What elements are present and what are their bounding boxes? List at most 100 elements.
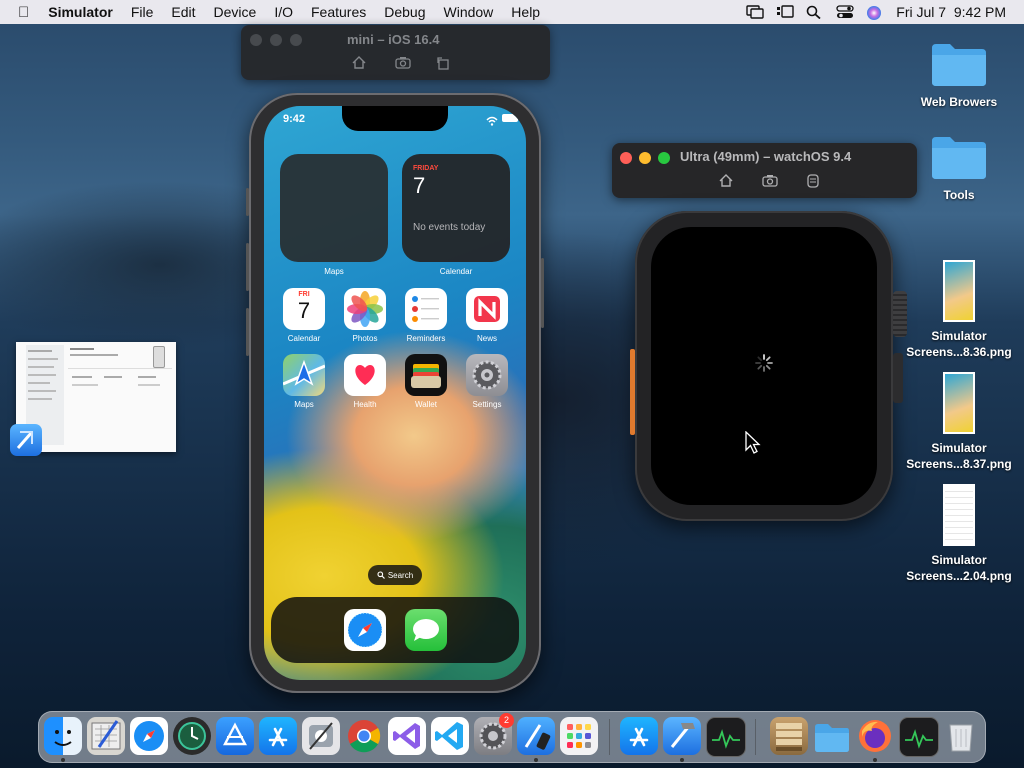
close-button[interactable] [620,152,632,164]
dock-separator [609,719,610,755]
menu-io[interactable]: I/O [265,4,302,20]
desktop-file-screenshot-1[interactable]: Simulator Screens...8.36.png [899,260,1019,360]
desktop-file-label: Tools [943,188,975,202]
minimize-button[interactable] [639,152,651,164]
running-indicator [873,758,877,762]
chrome-icon[interactable] [345,717,383,755]
minimize-button[interactable] [270,34,282,46]
system-tools-icon[interactable] [302,717,340,755]
desktop-file-screenshot-3[interactable]: Simulator Screens...2.04.png [899,484,1019,584]
maps-widget-label: Maps [324,267,344,276]
desktop-file-screenshot-2[interactable]: Simulator Screens...8.37.png [899,372,1019,472]
app-store-icon-2[interactable] [620,717,658,755]
safari-icon[interactable] [344,609,386,651]
loading-spinner-icon [755,354,773,372]
iphone-dock [271,597,519,663]
desktop-folder-web-browsers[interactable]: Web Browers [899,40,1019,110]
time-machine-icon[interactable] [173,717,211,755]
side-button-icon[interactable] [805,174,821,188]
calendar-icon-day: FRI [298,291,310,298]
menu-window[interactable]: Window [435,4,503,20]
desktop-file-label-line2: Screens...2.04.png [906,569,1012,583]
folder-icon[interactable] [813,717,851,755]
maps-widget[interactable] [280,154,388,262]
calendar-widget[interactable]: FRIDAY 7 No events today [402,154,510,262]
folder-icon [930,40,988,86]
spotlight-search-pill[interactable]: Search [368,565,422,585]
home-icon[interactable] [718,174,734,188]
reminders-icon[interactable] [405,288,447,330]
spotlight-search-icon[interactable] [806,5,822,20]
menu-features[interactable]: Features [302,4,375,20]
desktop-folder-tools[interactable]: Tools [899,133,1019,203]
calendar-widget-date: 7 [413,173,426,198]
app-store-icon[interactable] [259,717,297,755]
control-center-icon[interactable] [836,5,854,19]
wallet-icon[interactable] [405,354,447,396]
iphone-window-title: mini – iOS 16.4 [347,32,440,47]
wifi-icon [486,113,498,131]
menubar-clock[interactable]: Fri Jul 7 9:42 PM [896,4,1006,20]
zoom-button[interactable] [290,34,302,46]
desktop-file-label-line2: Screens...8.37.png [906,457,1012,471]
app-label-settings: Settings [472,400,502,409]
menu-edit[interactable]: Edit [162,4,204,20]
xcode-icon[interactable] [663,717,701,755]
close-button[interactable] [250,34,262,46]
screen-mirroring-icon[interactable] [746,5,764,19]
calendar-widget-label: Calendar [439,267,473,276]
archive-utility-icon[interactable] [770,717,808,755]
watch-window-title: Ultra (49mm) – watchOS 9.4 [680,149,852,164]
iphone-simulator-toolbar[interactable]: mini – iOS 16.4 [241,25,550,80]
apple-menu-icon[interactable]:  [0,4,39,21]
messages-icon[interactable] [405,609,447,651]
trash-icon[interactable] [942,717,980,755]
iphone-home-screen[interactable]: 9:42 Maps FRIDAY 7 No events today Calen… [264,106,526,680]
menu-app-name[interactable]: Simulator [39,4,122,20]
visual-studio-icon[interactable] [388,717,426,755]
app-label-reminders: Reminders [406,334,446,343]
watch-screen[interactable] [651,227,877,505]
simulator-icon[interactable] [517,717,555,755]
activity-monitor-icon-2[interactable] [899,717,939,757]
watch-action-button[interactable] [630,349,635,435]
menu-debug[interactable]: Debug [375,4,434,20]
menu-help[interactable]: Help [502,4,549,20]
sketchpad-icon[interactable] [87,717,125,755]
app-store-connect-icon[interactable] [216,717,254,755]
folder-icon [930,133,988,179]
menu-device[interactable]: Device [205,4,266,20]
menu-file[interactable]: File [122,4,163,20]
finder-icon[interactable] [44,717,82,755]
battery-icon [502,114,518,122]
activity-monitor-icon[interactable] [706,717,746,757]
maps-icon[interactable] [282,354,326,396]
app-label-news: News [476,334,497,343]
home-icon[interactable] [351,56,367,70]
calendar-icon[interactable]: FRI 7 [283,288,325,330]
zoom-button[interactable] [658,152,670,164]
xcode-window-app-icon [10,424,42,456]
mouse-cursor-icon [745,431,761,454]
dock-separator [755,719,756,755]
screenshot-icon[interactable] [395,56,411,70]
desktop-file-label: Web Browers [920,95,998,109]
firefox-icon[interactable] [856,717,894,755]
watch-simulator-toolbar[interactable]: Ultra (49mm) – watchOS 9.4 [612,143,917,198]
launchpad-icon[interactable] [560,717,598,755]
vscode-icon[interactable] [431,717,469,755]
notification-badge: 2 [499,713,514,728]
health-icon[interactable] [344,354,386,396]
safari-icon[interactable] [130,717,168,755]
desktop-file-label-line1: Simulator [931,553,987,567]
apple-watch-device-frame [630,211,907,521]
calendar-widget-day: FRIDAY [413,165,439,172]
stage-manager-icon[interactable] [776,5,794,19]
rotate-icon[interactable] [435,56,451,70]
running-indicator [680,758,684,762]
screenshot-icon[interactable] [762,174,778,188]
siri-icon[interactable] [866,5,882,20]
settings-icon[interactable] [466,354,508,396]
photos-icon[interactable] [344,288,386,330]
news-icon[interactable] [466,288,508,330]
